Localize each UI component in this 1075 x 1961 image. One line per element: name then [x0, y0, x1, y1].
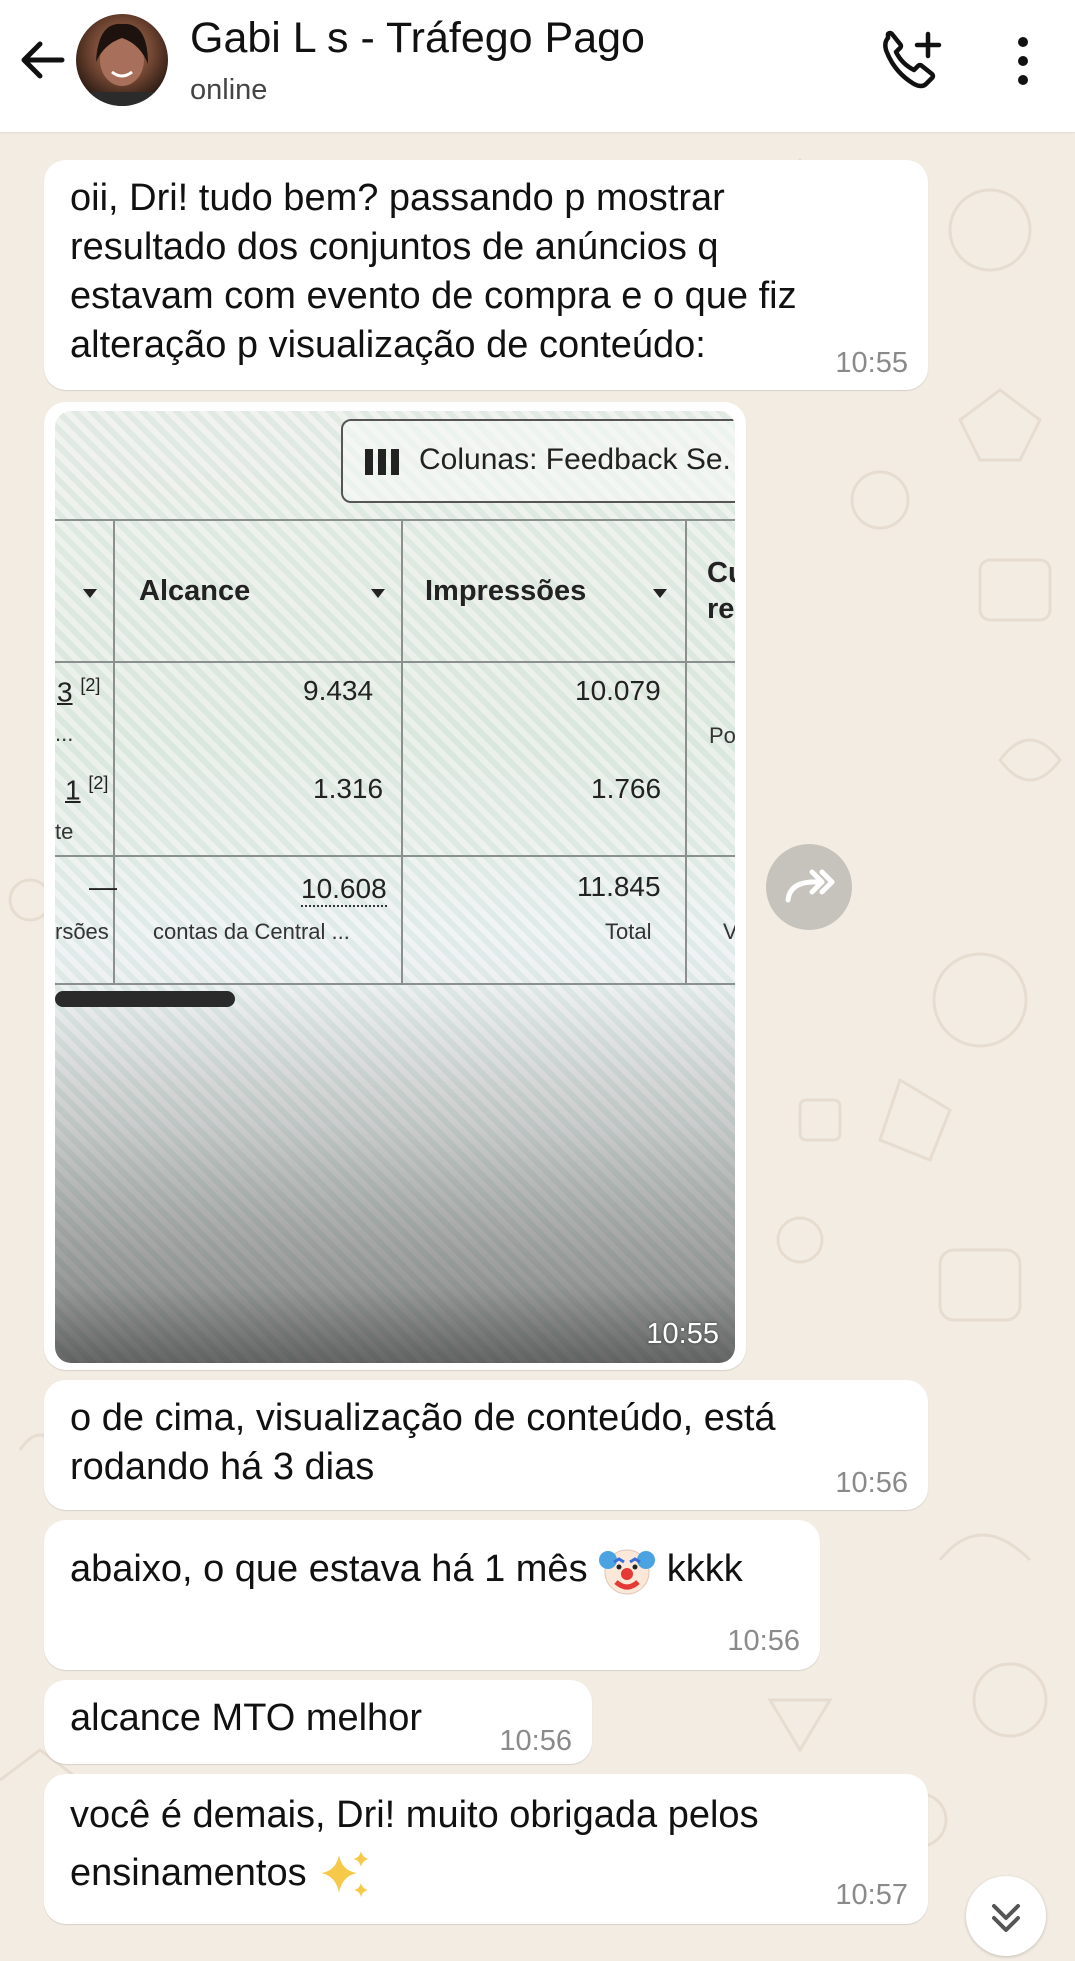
row1-impressoes: 10.079 [575, 675, 661, 706]
message-bubble[interactable]: você é demais, Dri! muito obrigada pelos… [44, 1774, 928, 1924]
clown-face-icon [599, 1549, 656, 1595]
columns-button: Colunas: Feedback Se. [341, 419, 735, 503]
message-text: abaixo, o que estava há 1 mês kkkk [70, 1542, 810, 1600]
message-text-part: kkkk [666, 1548, 743, 1591]
header-impressoes: Impressões [425, 575, 587, 607]
more-vertical-icon [1018, 37, 1028, 85]
row1-alcance: 9.434 [303, 675, 374, 706]
message-time: 10:56 [835, 1467, 908, 1499]
photo[interactable]: Colunas: Feedback Se. Alcance Impressões… [55, 411, 735, 1363]
total-left-label: rsões [55, 919, 109, 944]
message-text: você é demais, Dri! muito obrigada pelos… [70, 1786, 890, 1902]
scroll-to-bottom-button[interactable] [966, 1876, 1046, 1956]
columns-icon [365, 449, 399, 475]
contact-name[interactable]: Gabi L s - Tráfego Pago [190, 14, 645, 63]
header-re: re [707, 593, 735, 625]
image-message[interactable]: Colunas: Feedback Se. Alcance Impressões… [44, 402, 746, 1370]
message-time: 10:56 [727, 1625, 800, 1657]
total-extra: V [723, 919, 735, 944]
contact-status: online [190, 74, 268, 106]
image-time: 10:55 [646, 1318, 719, 1350]
add-call-icon [883, 30, 942, 89]
more-options-button[interactable] [1000, 34, 1046, 90]
message-bubble[interactable]: alcance MTO melhor 10:56 [44, 1680, 592, 1764]
arrow-left-icon [21, 41, 65, 79]
message-bubble[interactable]: abaixo, o que estava há 1 mês kkkk 10:56 [44, 1520, 820, 1670]
row2-impressoes: 1.766 [591, 773, 662, 804]
message-text: o de cima, visualização de conteúdo, est… [70, 1397, 776, 1488]
row1-left-sub: ... [55, 721, 74, 746]
row1-extra: Po [709, 723, 735, 748]
message-time: 10:57 [835, 1879, 908, 1911]
row2-alcance: 1.316 [313, 773, 384, 804]
message-time: 10:55 [835, 347, 908, 379]
row2-left: 1 [65, 774, 81, 806]
forward-icon [785, 869, 835, 903]
message-text: alcance MTO melhor [70, 1697, 422, 1739]
photo-scrollbar [55, 991, 235, 1007]
total-impressoes: 11.845 [577, 871, 661, 902]
row2-left-sub: te [55, 819, 74, 844]
double-chevron-down-icon [992, 1904, 1020, 1932]
message-time: 10:56 [499, 1725, 572, 1757]
header-alcance: Alcance [139, 575, 251, 607]
message-text-part: abaixo, o que estava há 1 mês [70, 1548, 588, 1591]
total-impressoes-label: Total [605, 919, 652, 944]
message-text: oii, Dri! tudo bem? passando p mostrar r… [70, 177, 797, 366]
message-bubble[interactable]: o de cima, visualização de conteúdo, est… [44, 1380, 928, 1510]
avatar[interactable] [76, 14, 168, 106]
back-button[interactable] [14, 30, 74, 90]
total-alcance-label: contas da Central ... [153, 919, 350, 944]
row1-left: 3 [57, 676, 73, 708]
message-text-part: você é demais, Dri! muito obrigada pelos… [70, 1794, 759, 1894]
total-alcance: 10.608 [301, 873, 387, 907]
header-cu: Cu [707, 557, 735, 589]
chat-header: Gabi L s - Tráfego Pago online [0, 0, 1075, 132]
columns-label: Colunas: Feedback Se. [419, 443, 731, 476]
sparkles-icon [321, 1850, 370, 1897]
message-bubble[interactable]: oii, Dri! tudo bem? passando p mostrar r… [44, 160, 928, 390]
forward-button[interactable] [766, 844, 852, 930]
add-call-button[interactable] [878, 28, 948, 94]
total-dash: — [89, 871, 117, 902]
